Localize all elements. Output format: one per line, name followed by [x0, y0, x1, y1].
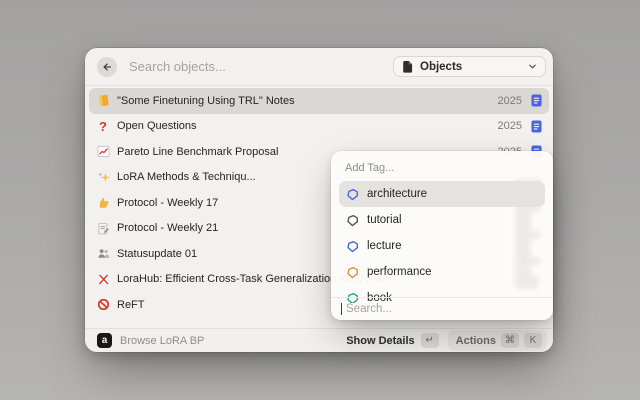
dropdown-selected-value: Objects [420, 61, 528, 73]
footer-bar: a Browse LoRA BP Show Details ↵ Actions … [85, 328, 553, 352]
back-arrow-icon [101, 61, 113, 73]
tag-search-bar [331, 297, 553, 320]
cross-icon [96, 272, 110, 286]
tag-list: architecturetutoriallectureperformancebo… [339, 181, 545, 303]
show-details-label: Show Details [346, 335, 414, 347]
hand-icon [96, 196, 110, 210]
item-year: 2025 [498, 120, 522, 132]
search-input[interactable] [127, 58, 393, 75]
add-tag-popup: Add Tag... architecture tutorial lecture pe… [331, 151, 553, 320]
app-logo-icon: a [97, 333, 112, 348]
people-icon [96, 247, 110, 261]
tag-label: performance [367, 266, 432, 278]
item-meta: 2025 [498, 120, 542, 133]
tag-icon [346, 188, 359, 201]
list-item[interactable]: "Some Finetuning Using TRL" Notes 2025 [89, 88, 549, 114]
command-key-badge: ⌘ [501, 333, 519, 348]
back-button[interactable] [97, 57, 117, 77]
tag-icon [346, 240, 359, 253]
tag-label: tutorial [367, 214, 402, 226]
tag-item[interactable]: lecture [339, 233, 545, 259]
no-entry-icon [96, 298, 110, 312]
chevron-down-icon [528, 58, 537, 76]
popup-title: Add Tag... [345, 162, 539, 174]
document-page-icon [402, 60, 413, 73]
topbar: Objects [85, 48, 553, 86]
object-type-dropdown[interactable]: Objects [393, 56, 546, 77]
document-icon [531, 120, 542, 133]
tag-label: architecture [367, 188, 427, 200]
question-icon: ? [96, 119, 110, 133]
tag-item[interactable]: architecture [339, 181, 545, 207]
show-details-button[interactable]: Show Details ↵ [346, 333, 438, 348]
sparkles-icon [96, 170, 110, 184]
chart-icon [96, 145, 110, 159]
item-meta: 2025 [498, 94, 542, 107]
text-cursor [341, 303, 342, 315]
actions-label: Actions [456, 335, 496, 347]
tag-label: lecture [367, 240, 402, 252]
k-key-badge: K [524, 333, 542, 348]
tag-icon [346, 214, 359, 227]
tag-item[interactable]: tutorial [339, 207, 545, 233]
document-icon [531, 94, 542, 107]
actions-button[interactable]: Actions ⌘ K [448, 330, 547, 351]
item-title: "Some Finetuning Using TRL" Notes [117, 95, 490, 107]
memo-icon [96, 221, 110, 235]
tag-search-input[interactable] [344, 302, 543, 316]
tag-icon [346, 266, 359, 279]
item-year: 2025 [498, 95, 522, 107]
item-title: Open Questions [117, 120, 490, 132]
notebook-icon [96, 94, 110, 108]
return-key-badge: ↵ [421, 333, 439, 348]
tag-item[interactable]: performance [339, 259, 545, 285]
app-name: Browse LoRA BP [120, 335, 346, 347]
list-item[interactable]: ? Open Questions 2025 [89, 114, 549, 140]
